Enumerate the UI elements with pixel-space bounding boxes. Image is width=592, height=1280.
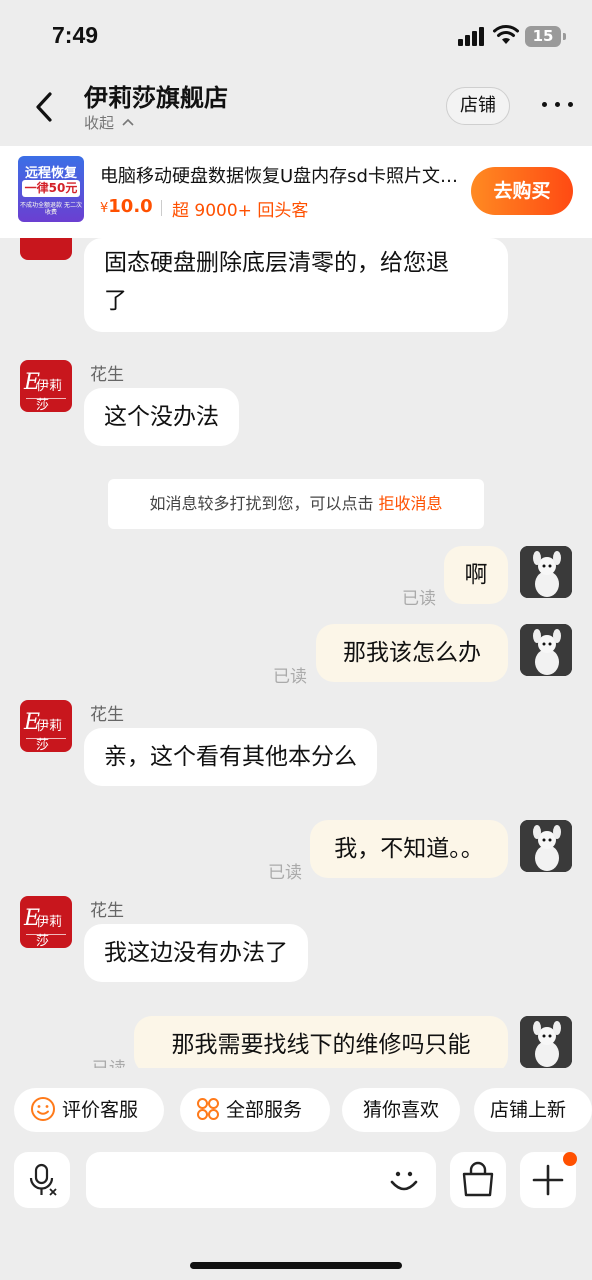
store-logo-name: 伊莉莎: [36, 915, 63, 948]
product-card[interactable]: 远程恢复 一律50元 不成功全额退款 无二次收费 电脑移动硬盘数据恢复U盘内存s…: [0, 146, 592, 238]
message-text: 固态硬盘删除底层清零的，给您退: [104, 250, 449, 276]
store-title: 伊莉莎旗舰店: [84, 84, 228, 112]
grid-icon: [197, 1098, 219, 1120]
emoji-button[interactable]: [384, 1160, 424, 1200]
read-status: 已读: [268, 863, 302, 883]
message-bubble[interactable]: 亲，这个看有其他本分么: [84, 728, 377, 786]
notification-dot: [563, 1152, 577, 1166]
dog-photo-icon: [520, 1016, 572, 1068]
signal-icon: [458, 26, 486, 46]
product-price: ¥10.0: [100, 196, 153, 217]
message-bubble[interactable]: 我这边没有办法了: [84, 924, 308, 982]
chip-guess-you-like[interactable]: 猜你喜欢: [342, 1088, 460, 1132]
product-image-subtext: 不成功全额退款 无二次收费: [20, 202, 82, 216]
message-bubble[interactable]: 那我需要找线下的维修吗只能: [134, 1016, 508, 1068]
sender-name: 花生: [90, 901, 124, 921]
microphone-icon: [29, 1163, 57, 1196]
chip-label: 全部服务: [226, 1099, 303, 1121]
sender-name: 花生: [90, 705, 124, 725]
voice-button[interactable]: [14, 1152, 70, 1208]
chip-store-new[interactable]: 店铺上新: [474, 1088, 592, 1132]
shopping-bag-icon: [462, 1161, 494, 1197]
shopping-bag-button[interactable]: [450, 1152, 506, 1208]
read-status: 已读: [402, 589, 436, 609]
more-button[interactable]: [540, 94, 574, 114]
store-logo-name: 伊莉莎: [36, 719, 63, 752]
sender-name: 花生: [90, 365, 124, 385]
price-value: 10.0: [108, 196, 153, 217]
user-avatar[interactable]: [520, 546, 572, 598]
wifi-icon: [493, 25, 519, 44]
notice-text: 如消息较多打扰到您，可以点击: [149, 494, 374, 513]
message-bubble[interactable]: 固态硬盘删除底层清零的，给您退 了: [84, 238, 508, 332]
system-notice: 如消息较多打扰到您，可以点击 拒收消息: [108, 479, 484, 529]
chip-label: 评价客服: [62, 1099, 139, 1121]
chat-area[interactable]: 固态硬盘删除底层清零的，给您退 了 E 伊莉莎 花生 这个没办法 如消息较多打扰…: [0, 238, 592, 1068]
user-avatar[interactable]: [520, 1016, 572, 1068]
product-image-text: 远程恢复: [24, 166, 77, 181]
read-status: 已读: [273, 667, 307, 687]
dog-photo-icon: [520, 624, 572, 676]
message-text: 了: [104, 288, 127, 314]
message-bubble[interactable]: 我，不知道。。: [310, 820, 508, 878]
chip-all-services[interactable]: 全部服务: [180, 1088, 330, 1132]
store-avatar[interactable]: [20, 238, 72, 260]
collapse-label: 收起: [84, 114, 115, 132]
more-dots-icon: [542, 102, 547, 107]
store-avatar[interactable]: E 伊莉莎: [20, 896, 72, 948]
battery-icon: 15: [525, 26, 566, 47]
back-button[interactable]: [30, 90, 60, 124]
product-image-price-text: 一律50元: [22, 180, 80, 197]
store-logo-name: 伊莉莎: [36, 379, 63, 412]
product-image: 远程恢复 一律50元 不成功全额退款 无二次收费: [18, 156, 84, 222]
home-indicator: [190, 1262, 402, 1269]
dog-photo-icon: [520, 546, 572, 598]
shop-button[interactable]: 店铺: [446, 87, 510, 125]
repeat-customers: 超 9000+ 回头客: [172, 201, 309, 221]
collapse-toggle[interactable]: 收起: [84, 112, 134, 133]
smiley-icon: [31, 1097, 55, 1121]
buy-button[interactable]: 去购买: [471, 167, 573, 215]
user-avatar[interactable]: [520, 820, 572, 872]
chevron-left-icon: [36, 92, 52, 122]
dog-photo-icon: [520, 820, 572, 872]
divider: [161, 200, 162, 216]
status-time: 7:49: [52, 22, 99, 48]
chip-rate-service[interactable]: 评价客服: [14, 1088, 164, 1132]
message-bubble[interactable]: 这个没办法: [84, 388, 239, 446]
message-bubble[interactable]: 啊: [444, 546, 508, 604]
product-title: 电脑移动硬盘数据恢复U盘内存sd卡照片文件恢复: [100, 166, 466, 187]
message-bubble[interactable]: 那我该怎么办: [316, 624, 508, 682]
user-avatar[interactable]: [520, 624, 572, 676]
store-avatar[interactable]: E 伊莉莎: [20, 360, 72, 412]
read-status: 已读: [92, 1054, 126, 1068]
store-avatar[interactable]: E 伊莉莎: [20, 700, 72, 752]
reject-messages-link[interactable]: 拒收消息: [379, 494, 443, 513]
chevron-up-icon: [122, 118, 134, 126]
